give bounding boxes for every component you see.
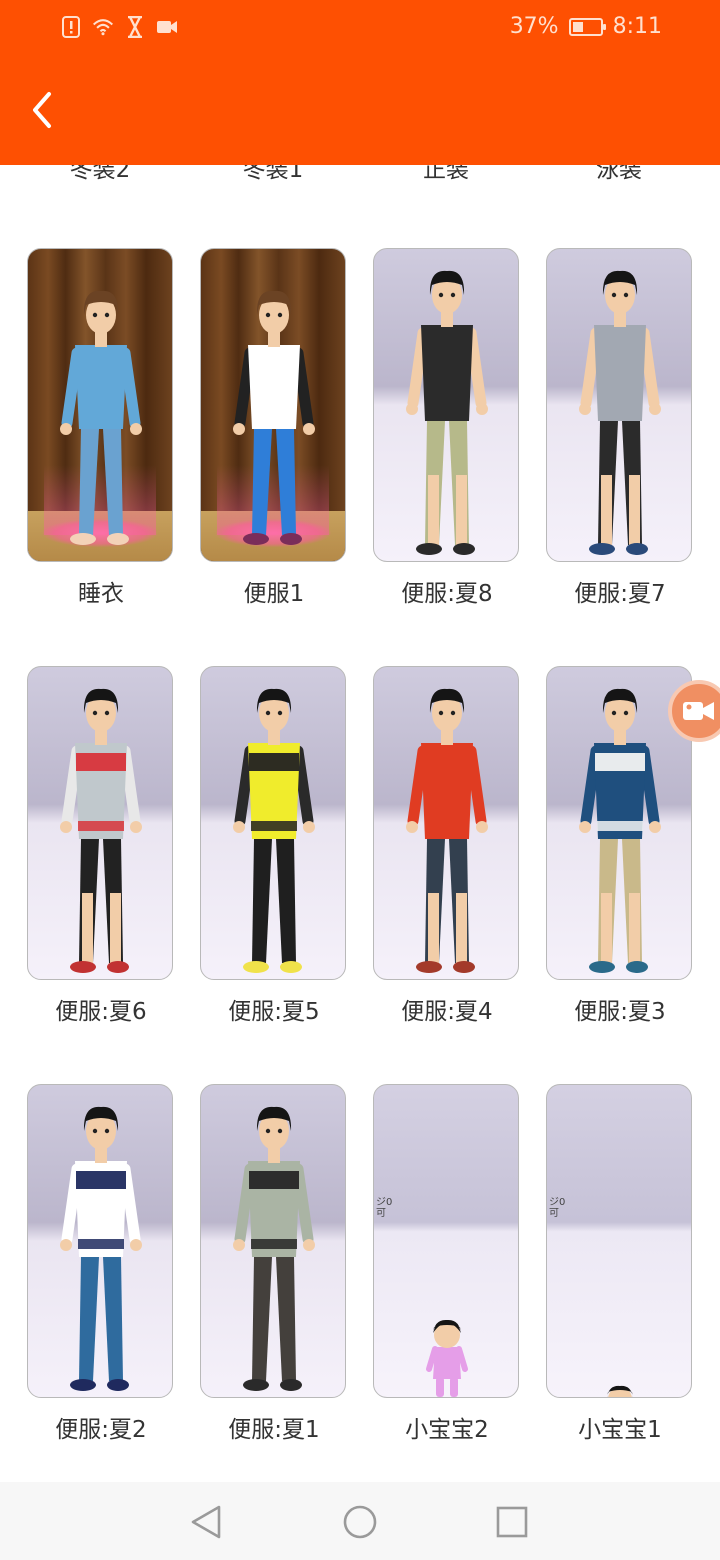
character-figure: [233, 1106, 315, 1391]
video-record-icon: [683, 702, 714, 720]
outfit-label: 小宝宝2: [405, 1417, 489, 1443]
outfit-item[interactable]: ジ0 可小宝宝1: [546, 1084, 694, 1444]
character-figure: [233, 688, 315, 973]
outfit-label: 便服:夏6: [55, 999, 147, 1025]
outfit-label: 便服:夏3: [574, 999, 666, 1025]
outfit-item[interactable]: 便服:夏6: [27, 666, 175, 1026]
chevron-left-icon: [33, 92, 51, 128]
outfit-label: 便服:夏4: [401, 999, 493, 1025]
scene-tag: ジ0 可: [549, 1197, 566, 1219]
character-render: [60, 290, 142, 545]
character-render: [406, 688, 488, 973]
character-figure: [60, 1106, 142, 1391]
clock: 8:11: [612, 14, 662, 39]
character-render: [607, 1385, 633, 1397]
character-render: [406, 270, 488, 555]
wifi-icon: [92, 16, 114, 38]
character-figure: [60, 688, 142, 973]
outfit-label: 睡衣: [78, 581, 124, 607]
character-render: [579, 270, 661, 555]
outfit-item[interactable]: 便服1: [200, 248, 348, 608]
character-figure: [607, 1385, 633, 1397]
outfit-thumbnail[interactable]: [200, 666, 346, 980]
battery-fill: [572, 21, 583, 32]
outfit-item[interactable]: 便服:夏1: [200, 1084, 348, 1444]
character-figure: [406, 688, 488, 973]
character-figure: [579, 270, 661, 555]
character-figure: [426, 1319, 468, 1397]
outfit-label: 便服:夏2: [55, 1417, 147, 1443]
character-render: [60, 1106, 142, 1391]
outfit-thumbnail[interactable]: [27, 1084, 173, 1398]
system-nav-bar: [0, 1482, 720, 1560]
character-figure: [579, 688, 661, 973]
character-figure: [406, 270, 488, 555]
back-button[interactable]: [20, 88, 64, 132]
outfit-thumbnail[interactable]: [546, 248, 692, 562]
app-header: 37% 8:11: [0, 0, 720, 165]
outfit-label: 小宝宝1: [578, 1417, 662, 1443]
recents-square-icon: [496, 1506, 528, 1538]
outfit-label: 便服1: [243, 581, 305, 607]
outfit-item[interactable]: 便服:夏5: [200, 666, 348, 1026]
status-bar: 37% 8:11: [0, 0, 720, 58]
outfit-thumbnail[interactable]: [200, 248, 346, 562]
back-triangle-icon: [191, 1505, 221, 1539]
outfit-label: 便服:夏8: [401, 581, 493, 607]
outfit-item[interactable]: 便服:夏7: [546, 248, 694, 608]
character-render: [233, 688, 315, 973]
character-render: [60, 688, 142, 973]
outfit-item[interactable]: 便服:夏8: [373, 248, 521, 608]
nav-recents-button[interactable]: [490, 1500, 534, 1544]
alert-icon: [60, 16, 82, 38]
outfit-thumbnail[interactable]: [27, 666, 173, 980]
nav-back-button[interactable]: [184, 1500, 228, 1544]
outfit-label: 便服:夏5: [228, 999, 320, 1025]
home-circle-icon: [343, 1505, 377, 1539]
nav-home-button[interactable]: [338, 1500, 382, 1544]
outfit-thumbnail[interactable]: ジ0 可: [546, 1084, 692, 1398]
battery-percent: 37%: [509, 14, 559, 39]
outfit-label: 便服:夏1: [228, 1417, 320, 1443]
hourglass-icon: [124, 16, 146, 38]
outfit-thumbnail[interactable]: ジ0 可: [373, 1084, 519, 1398]
outfit-thumbnail[interactable]: [373, 248, 519, 562]
video-icon: [156, 16, 178, 38]
outfit-thumbnail[interactable]: [200, 1084, 346, 1398]
outfit-label: 便服:夏7: [574, 581, 666, 607]
outfit-thumbnail[interactable]: [27, 248, 173, 562]
character-figure: [233, 290, 315, 545]
character-render: [426, 1319, 468, 1397]
outfit-item[interactable]: 睡衣: [27, 248, 175, 608]
status-right: 37% 8:11: [510, 14, 662, 39]
status-icons: [60, 16, 178, 38]
scene-tag: ジ0 可: [376, 1197, 393, 1219]
outfit-item[interactable]: 便服:夏4: [373, 666, 521, 1026]
character-render: [233, 290, 315, 545]
outfit-item[interactable]: ジ0 可小宝宝2: [373, 1084, 521, 1444]
outfit-thumbnail[interactable]: [373, 666, 519, 980]
character-figure: [60, 290, 142, 545]
battery-icon: [568, 17, 606, 36]
character-render: [233, 1106, 315, 1391]
outfit-item[interactable]: 便服:夏2: [27, 1084, 175, 1444]
